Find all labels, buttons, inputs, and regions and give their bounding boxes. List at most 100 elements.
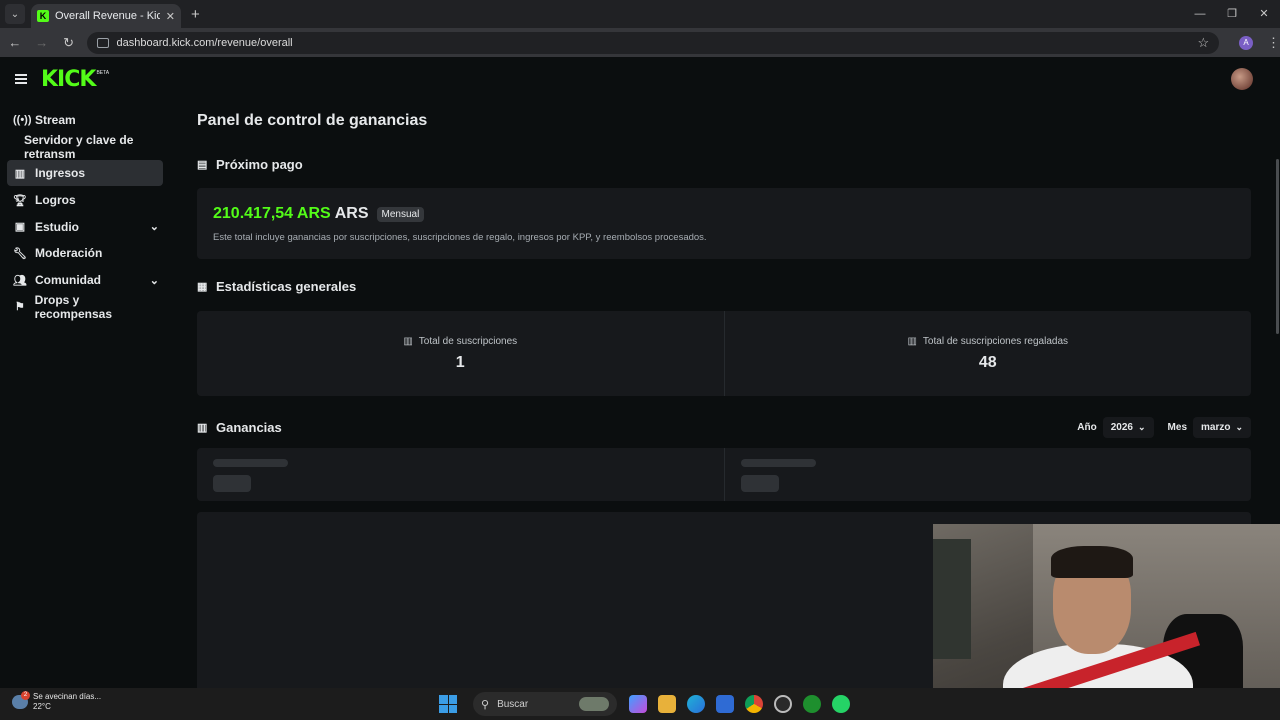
bookmark-star-icon[interactable]: ☆: [1197, 35, 1209, 51]
copilot-icon[interactable]: [628, 695, 647, 713]
minimize-button[interactable]: —: [1184, 0, 1216, 28]
chrome-icon[interactable]: [744, 695, 763, 713]
store-icon[interactable]: [715, 695, 734, 713]
sidebar-item-stream[interactable]: ((•)) Stream: [7, 107, 163, 133]
kick-logo[interactable]: KICK: [41, 67, 96, 92]
weather-icon: 2: [12, 691, 30, 709]
edge-icon[interactable]: [686, 695, 705, 713]
sidebar-item-estudio[interactable]: ▣ Estudio ⌄: [7, 214, 163, 240]
month-value: marzo: [1201, 421, 1231, 433]
search-highlight-icon: [579, 697, 609, 711]
file-explorer-icon[interactable]: [657, 695, 676, 713]
sidebar-item-label: Estudio: [35, 219, 79, 234]
chevron-down-icon[interactable]: ⌄: [150, 220, 159, 233]
browser-menu-icon[interactable]: ⋮: [1267, 35, 1280, 51]
weather-widget[interactable]: 2 Se avecinan días... 22°C: [12, 691, 102, 712]
sidebar-item-comunidad[interactable]: 👥︎ Comunidad ⌄: [7, 267, 163, 293]
studio-icon: ▣: [14, 221, 26, 234]
user-avatar[interactable]: [1231, 68, 1253, 90]
sidebar-item-label: Ingresos: [35, 166, 86, 181]
reload-button[interactable]: ↻: [57, 35, 81, 51]
total-subs-stat: ▥ Total de suscripciones 1: [197, 311, 724, 396]
skeleton-line: [213, 459, 288, 467]
profile-avatar[interactable]: A: [1239, 35, 1254, 50]
taskbar-apps: ⚲ Buscar: [439, 692, 855, 716]
stats-heading: ▦ Estadísticas generales: [197, 277, 1251, 295]
search-placeholder: Buscar: [497, 698, 529, 710]
address-bar[interactable]: dashboard.kick.com/revenue/overall ☆: [86, 31, 1220, 54]
earnings-filters: Año 2026 ⌄ Mes marzo ⌄: [1077, 416, 1251, 438]
skeleton-block: [740, 475, 779, 492]
restore-button[interactable]: ❐: [1216, 0, 1248, 28]
sidebar-item-moderacion[interactable]: 🔧︎ Moderación: [7, 240, 163, 266]
earnings-header: ▥ Ganancias Año 2026 ⌄ Mes marzo ⌄: [197, 415, 1251, 439]
tab-search-button[interactable]: ⌄: [5, 4, 25, 24]
skeleton-cell: [723, 448, 1252, 501]
sidebar-item-label: Moderación: [35, 246, 103, 261]
kick-favicon-icon: K: [37, 10, 49, 22]
chevron-down-icon: ⌄: [1235, 421, 1243, 432]
chart-icon: ▥: [403, 335, 413, 347]
sidebar-item-label: Comunidad: [35, 273, 101, 288]
sidebar-item-stream-key[interactable]: Servidor y clave de retransm: [7, 132, 163, 161]
site-info-icon[interactable]: [96, 37, 109, 48]
sidebar-item-label: Logros: [35, 193, 76, 208]
sidebar-item-ingresos[interactable]: ▥ Ingresos: [7, 160, 163, 187]
next-payout-heading: ▤ Próximo pago: [197, 155, 1251, 173]
hamburger-menu-icon[interactable]: [15, 74, 27, 84]
beta-label: BETA: [96, 70, 110, 76]
taskbar-search[interactable]: ⚲ Buscar: [473, 692, 617, 716]
tab-title: Overall Revenue - Kick Dashbo: [55, 10, 160, 22]
chevron-down-icon[interactable]: ⌄: [150, 274, 159, 287]
windows-start-icon[interactable]: [439, 695, 457, 713]
new-tab-button[interactable]: +: [191, 6, 200, 23]
sidebar-item-drops[interactable]: ⚑ Drops y recompensas: [7, 293, 163, 321]
trophy-icon: 🏆︎: [13, 194, 27, 207]
sidebar: ((•)) Stream Servidor y clave de retrans…: [0, 107, 170, 321]
skeleton-block: [213, 475, 251, 492]
sidebar-item-logros[interactable]: 🏆︎ Logros: [7, 187, 163, 213]
weather-text: Se avecinan días...: [33, 692, 102, 701]
month-label: Mes: [1167, 421, 1187, 433]
section-title: Estadísticas generales: [216, 278, 357, 294]
stat-value: 1: [455, 353, 465, 371]
skeleton-cell: [197, 448, 724, 501]
person-hair: [1051, 546, 1133, 578]
tab-close-icon[interactable]: ✕: [166, 10, 175, 23]
chart-icon: ▥: [14, 167, 26, 180]
notification-badge: 2: [21, 691, 30, 700]
obs-icon[interactable]: [773, 695, 792, 713]
whatsapp-icon[interactable]: [831, 695, 850, 713]
month-select[interactable]: marzo ⌄: [1193, 416, 1251, 438]
xbox-icon[interactable]: [802, 695, 821, 713]
window-controls: — ❐ ✕: [1184, 0, 1280, 28]
back-button[interactable]: ←: [3, 35, 27, 50]
sidebar-item-label: Servidor y clave de retransm: [24, 132, 134, 161]
gifted-subs-stat: ▥ Total de suscripciones regaladas 48: [723, 311, 1252, 396]
skeleton-line: [740, 459, 816, 467]
search-icon: ⚲: [481, 698, 490, 711]
section-title: Próximo pago: [216, 156, 303, 172]
chart-icon: ▥: [907, 335, 917, 347]
background-poster: [933, 539, 971, 659]
payout-currency: ARS: [334, 205, 369, 222]
top-bar: KICK BETA: [0, 57, 1280, 101]
close-window-button[interactable]: ✕: [1248, 0, 1280, 28]
section-title: Ganancias: [216, 419, 282, 435]
year-select[interactable]: 2026 ⌄: [1102, 416, 1154, 438]
stat-value: 48: [978, 353, 997, 371]
chevron-down-icon: ⌄: [1138, 421, 1146, 432]
page-title: Panel de control de ganancias: [197, 112, 428, 129]
year-value: 2026: [1110, 421, 1133, 433]
stat-label: Total de suscripciones: [418, 335, 518, 347]
stats-icon: ▦: [197, 281, 208, 293]
stats-card: ▥ Total de suscripciones 1 ▥ Total de susc…: [197, 311, 1251, 396]
browser-tab[interactable]: K Overall Revenue - Kick Dashbo ✕: [31, 4, 181, 28]
browser-tab-bar: ⌄ K Overall Revenue - Kick Dashbo ✕ + — …: [0, 0, 1280, 28]
forward-button[interactable]: →: [30, 35, 54, 50]
payout-description: Este total incluye ganancias por suscrip…: [213, 232, 707, 243]
page-scrollbar[interactable]: [1276, 159, 1279, 334]
chart-icon: ▥: [197, 422, 208, 434]
community-icon: 👥︎: [13, 274, 27, 287]
broadcast-icon: ((•)): [13, 114, 32, 126]
